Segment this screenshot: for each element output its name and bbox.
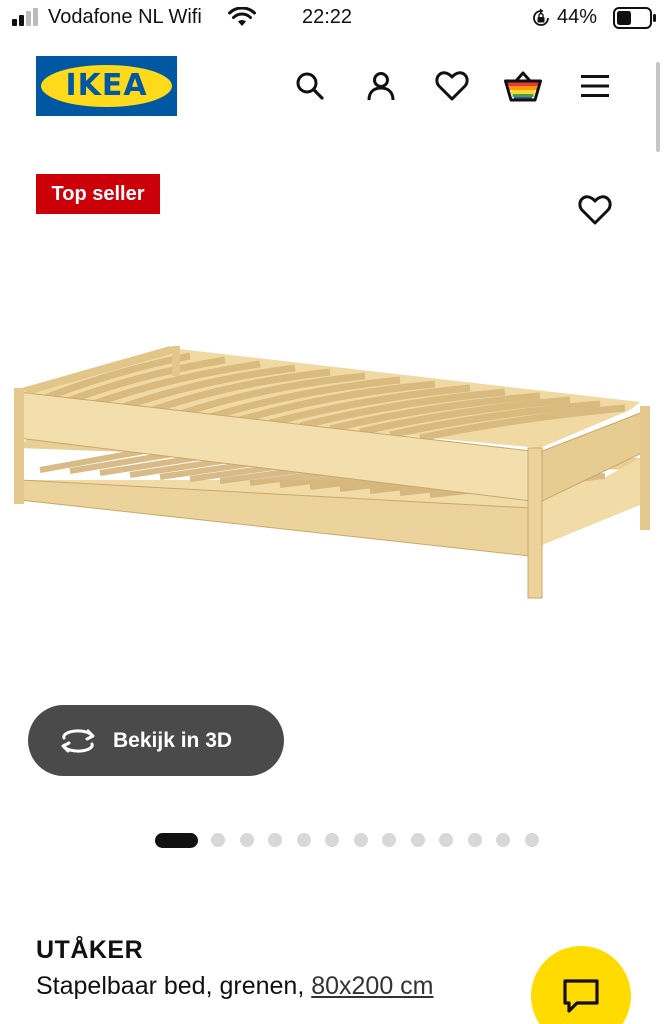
product-description: Stapelbaar bed, grenen, 80x200 cm [36, 972, 434, 1001]
favourite-button[interactable] [574, 190, 616, 230]
product-image[interactable] [0, 330, 666, 620]
carousel-dot[interactable] [239, 833, 254, 847]
heart-icon [435, 71, 469, 101]
top-seller-badge: Top seller [36, 174, 160, 214]
image-carousel-indicator[interactable] [155, 832, 553, 848]
account-icon [367, 72, 395, 101]
product-name: UTÅKER [36, 936, 144, 964]
basket-button[interactable] [503, 66, 543, 106]
basket-icon [504, 71, 542, 102]
search-icon [296, 72, 324, 100]
menu-button[interactable] [575, 66, 615, 106]
carousel-dot[interactable] [268, 833, 282, 847]
carrier-name: Vodafone NL Wifi [48, 6, 202, 28]
ikea-logo[interactable]: IKEA [36, 56, 177, 116]
rotate-3d-icon [61, 728, 95, 753]
chat-button[interactable] [531, 946, 631, 1024]
carousel-dot[interactable] [524, 833, 539, 847]
view-3d-label: Bekijk in 3D [113, 728, 233, 752]
account-button[interactable] [361, 66, 401, 106]
carousel-dot[interactable] [296, 833, 311, 847]
rotation-lock-icon [533, 8, 549, 26]
carousel-dot[interactable] [410, 833, 425, 847]
search-button[interactable] [290, 66, 330, 106]
carousel-dot[interactable] [382, 833, 396, 847]
menu-icon [581, 75, 609, 97]
chat-icon [563, 979, 599, 1013]
view-3d-button[interactable]: Bekijk in 3D [28, 705, 284, 776]
carousel-dot[interactable] [496, 833, 510, 847]
carousel-dot[interactable] [439, 833, 453, 847]
wifi-icon [228, 7, 256, 26]
heart-icon [578, 195, 612, 225]
product-size-link[interactable]: 80x200 cm [311, 972, 433, 1000]
carousel-dot[interactable] [325, 833, 339, 847]
battery-percentage: 44% [557, 6, 598, 28]
carousel-dot-active[interactable] [155, 832, 198, 848]
carousel-dot[interactable] [353, 833, 368, 847]
carousel-dot[interactable] [211, 833, 225, 847]
page-scrollbar[interactable] [656, 62, 660, 152]
product-type: Stapelbaar bed, grenen, [36, 972, 312, 1000]
logo-text: IKEA [65, 68, 148, 103]
status-time: 22:22 [302, 6, 353, 28]
carousel-dot[interactable] [467, 833, 482, 847]
wishlist-button[interactable] [432, 66, 472, 106]
bed-illustration [14, 346, 650, 599]
battery-icon [613, 7, 656, 29]
signal-icon [12, 8, 38, 26]
status-bar: Vodafone NL Wifi 22:22 44% [0, 0, 666, 38]
